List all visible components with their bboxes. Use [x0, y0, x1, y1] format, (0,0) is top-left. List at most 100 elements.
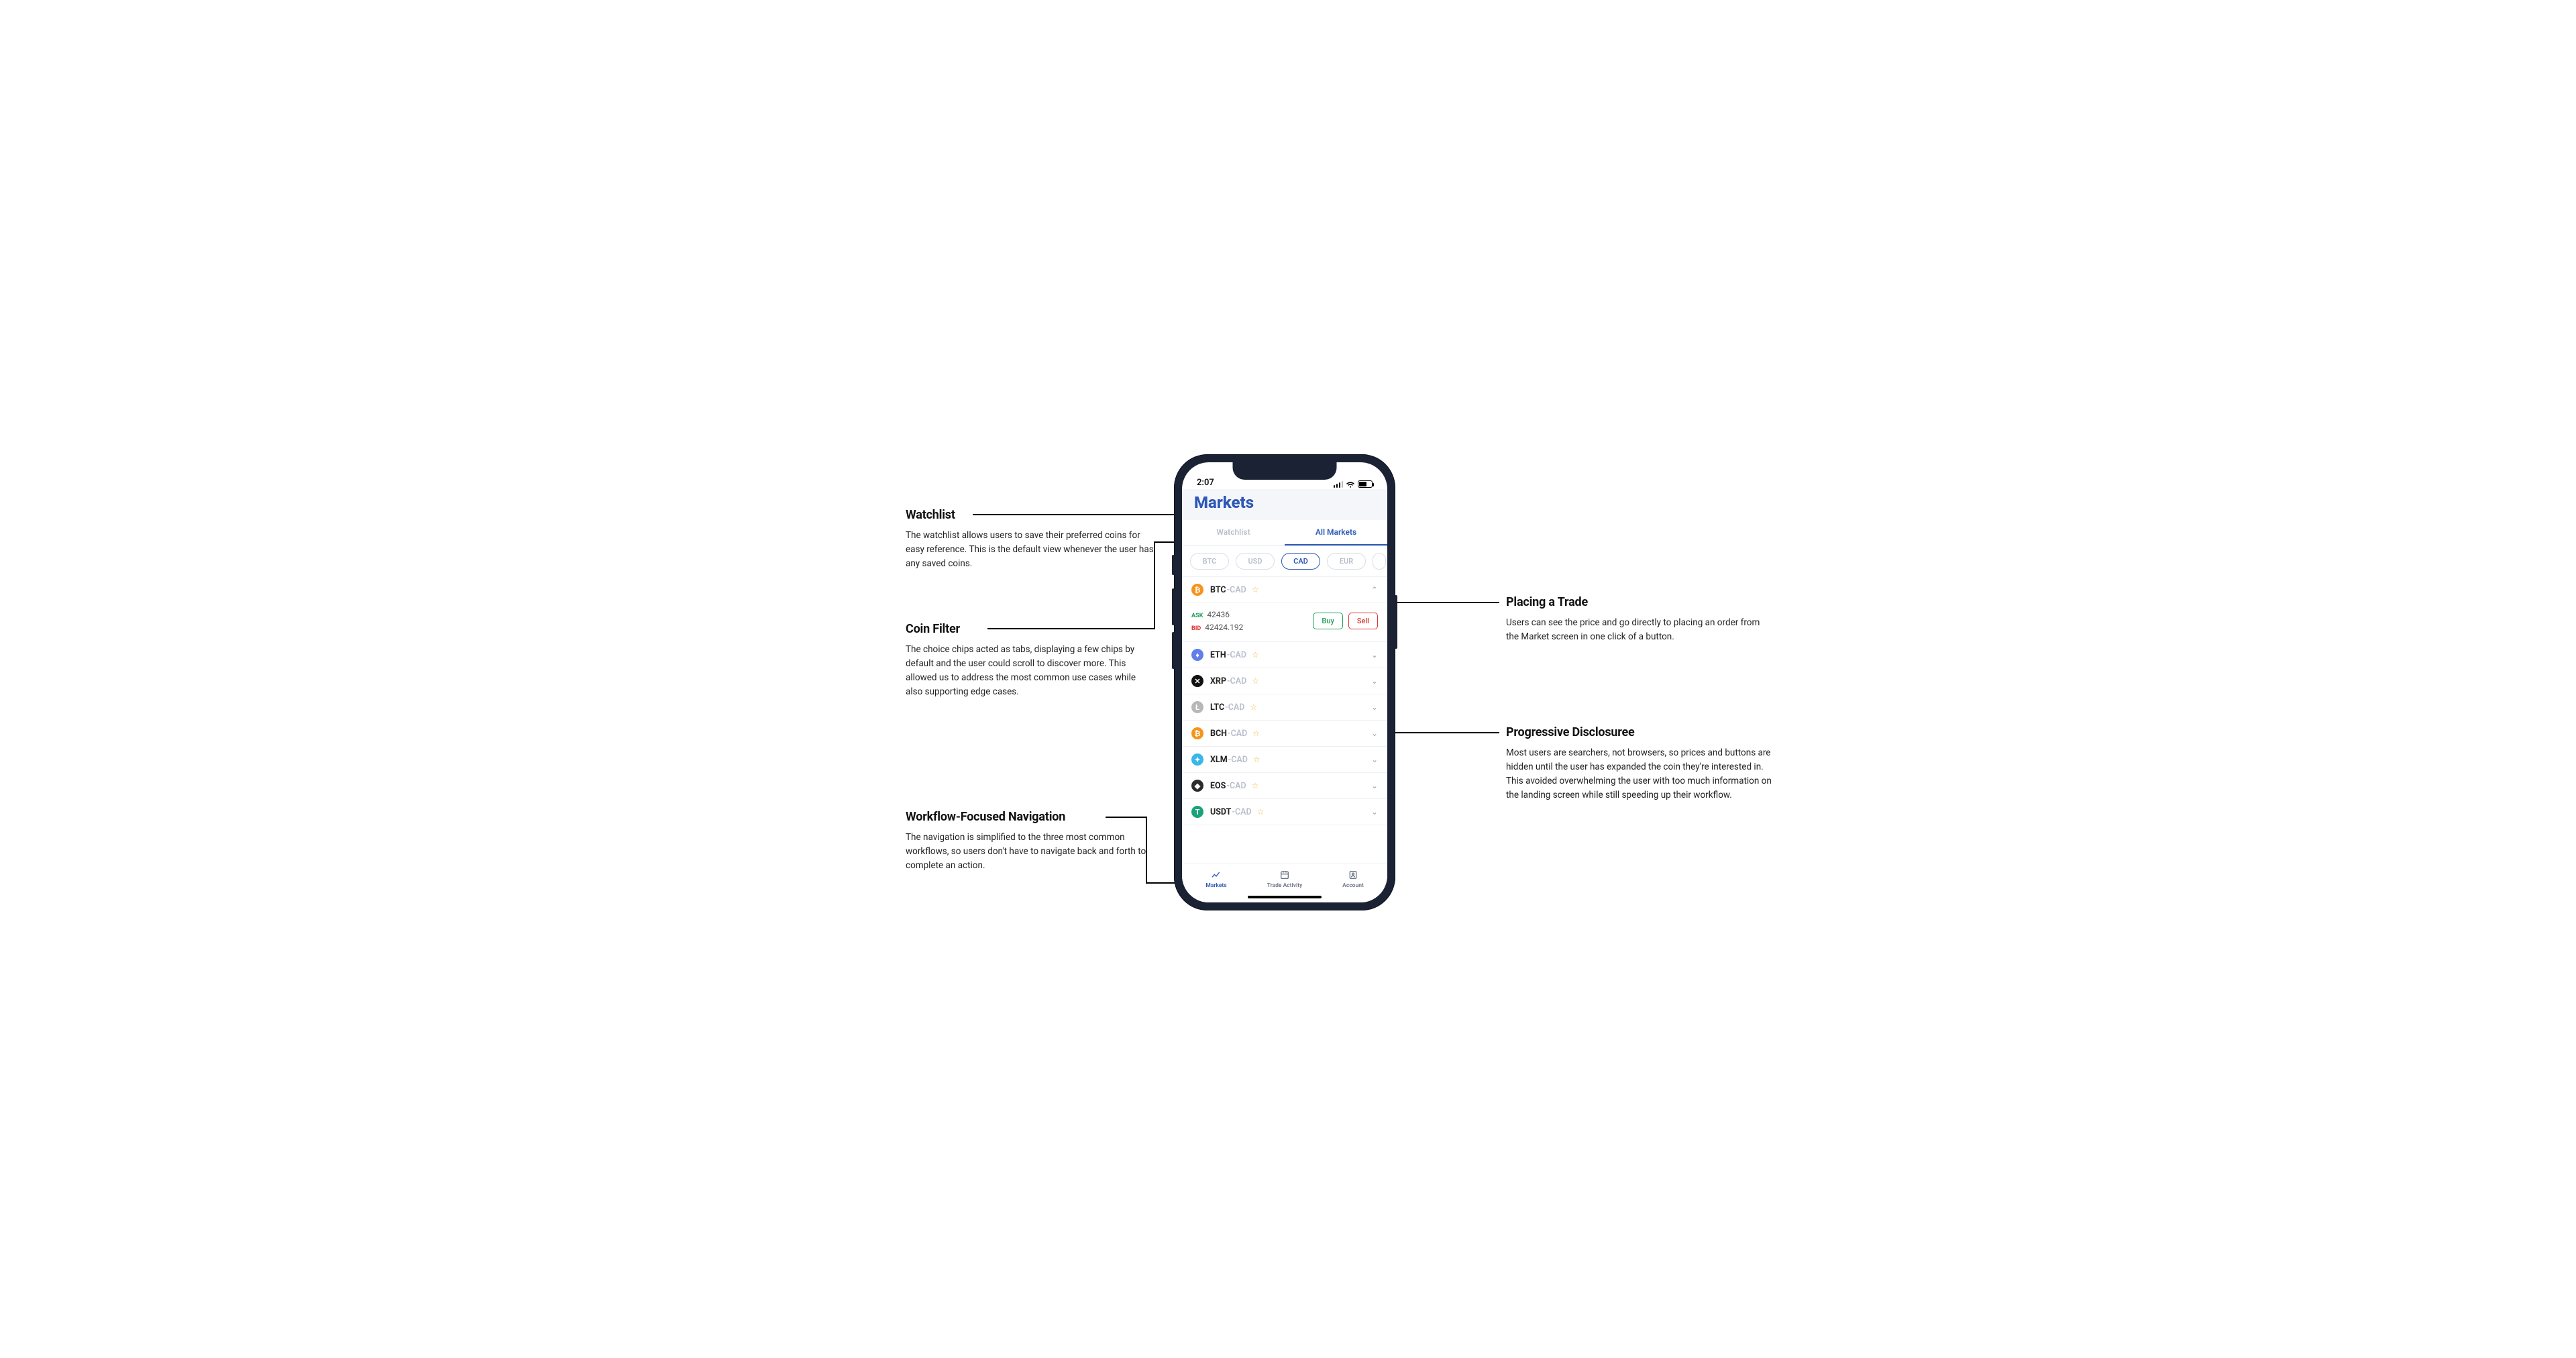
coin-pair-label: LTC-CAD — [1210, 702, 1244, 713]
market-row[interactable]: T USDT-CAD ☆ ⌄ — [1182, 799, 1387, 825]
chevron-up-icon: ⌃ — [1371, 585, 1378, 594]
annotation-watchlist: Watchlist The watchlist allows users to … — [906, 508, 1154, 571]
coin-icon: ₿ — [1191, 727, 1203, 739]
annotation-body: Users can see the price and go directly … — [1506, 616, 1774, 644]
annotation-coin-filter: Coin Filter The choice chips acted as ta… — [906, 622, 1154, 699]
tab-all-markets[interactable]: All Markets — [1285, 520, 1387, 545]
signal-icon — [1334, 481, 1344, 488]
home-indicator — [1248, 896, 1322, 898]
chevron-down-icon: ⌄ — [1371, 807, 1378, 817]
nav-account[interactable]: Account — [1319, 864, 1387, 894]
calendar-icon — [1279, 870, 1290, 880]
ask-label: ASK — [1191, 613, 1203, 619]
market-row[interactable]: ✦ XLM-CAD ☆ ⌄ — [1182, 747, 1387, 773]
chevron-down-icon: ⌄ — [1371, 781, 1378, 790]
nav-label: Trade Activity — [1267, 882, 1303, 889]
battery-icon — [1358, 480, 1373, 488]
coin-pair-label: BCH-CAD — [1210, 729, 1247, 739]
chevron-down-icon: ⌄ — [1371, 650, 1378, 660]
filter-chip-btc[interactable]: BTC — [1190, 553, 1229, 570]
ask-value: 42436 — [1207, 610, 1230, 619]
market-row-expanded: ASK 42436 BID 42424.192 Buy Sell — [1182, 603, 1387, 642]
filter-chip-eur[interactable]: EUR — [1327, 553, 1366, 570]
star-icon[interactable]: ☆ — [1250, 702, 1257, 712]
annotation-progressive-disclosure: Progressive Disclosuree Most users are s… — [1506, 725, 1774, 802]
market-row[interactable]: ₿ BTC-CAD ☆ ⌃ — [1182, 577, 1387, 603]
coin-pair-label: XRP-CAD — [1210, 676, 1246, 686]
quote-block: ASK 42436 BID 42424.192 — [1191, 609, 1243, 633]
annotation-body: The choice chips acted as tabs, displayi… — [906, 643, 1154, 699]
filter-chip-cad[interactable]: CAD — [1281, 553, 1320, 570]
phone-side-button — [1172, 555, 1175, 575]
phone-frame: 2:07 Markets Watchlist All Markets BTC U — [1174, 454, 1395, 910]
star-icon[interactable]: ☆ — [1253, 755, 1260, 764]
filter-chip-usd[interactable]: USD — [1236, 553, 1275, 570]
coin-icon: ₿ — [1191, 584, 1203, 596]
coin-icon: T — [1191, 806, 1203, 818]
chevron-down-icon: ⌄ — [1371, 676, 1378, 686]
annotation-placing-trade: Placing a Trade Users can see the price … — [1506, 595, 1774, 644]
account-icon — [1348, 870, 1358, 880]
coin-icon: ◆ — [1191, 780, 1203, 792]
nav-markets[interactable]: Markets — [1182, 864, 1250, 894]
filter-chip-row[interactable]: BTC USD CAD EUR — [1182, 546, 1387, 577]
phone-screen: 2:07 Markets Watchlist All Markets BTC U — [1182, 462, 1387, 902]
annotation-body: The watchlist allows users to save their… — [906, 529, 1154, 571]
phone-side-button — [1395, 595, 1397, 649]
top-tabs: Watchlist All Markets — [1182, 520, 1387, 546]
star-icon[interactable]: ☆ — [1252, 585, 1259, 594]
filter-chip-more[interactable] — [1373, 553, 1386, 570]
leader-line — [1106, 817, 1146, 818]
app-header: Markets — [1182, 489, 1387, 520]
market-rows: ₿ BTC-CAD ☆ ⌃ ASK 42436 BID 42424.192 Buy Sell ♦ ET… — [1182, 577, 1387, 825]
status-time: 2:07 — [1197, 478, 1214, 488]
chevron-down-icon: ⌄ — [1371, 702, 1378, 712]
coin-pair-label: XLM-CAD — [1210, 755, 1248, 765]
sell-button[interactable]: Sell — [1348, 613, 1378, 629]
market-row[interactable]: ₿ BCH-CAD ☆ ⌄ — [1182, 721, 1387, 747]
market-row[interactable]: ✕XRP-CAD☆⌄ — [1182, 668, 1387, 694]
phone-side-button — [1172, 588, 1175, 625]
coin-icon: ✦ — [1191, 753, 1203, 766]
annotation-workflow-nav: Workflow-Focused Navigation The navigati… — [906, 810, 1154, 873]
chart-line-icon — [1211, 870, 1222, 880]
leader-line — [987, 628, 1154, 629]
market-row[interactable]: Ł LTC-CAD ☆ ⌄ — [1182, 694, 1387, 721]
annotation-body: The navigation is simplified to the thre… — [906, 831, 1154, 873]
chevron-down-icon: ⌄ — [1371, 755, 1378, 764]
nav-label: Markets — [1205, 882, 1226, 889]
annotation-title: Coin Filter — [906, 622, 1154, 636]
coin-icon: Ł — [1191, 701, 1203, 713]
annotation-title: Placing a Trade — [1506, 595, 1774, 609]
phone-side-button — [1172, 632, 1175, 669]
leader-line — [1146, 817, 1147, 882]
buy-button[interactable]: Buy — [1313, 613, 1342, 629]
coin-icon: ♦ — [1191, 649, 1203, 661]
nav-label: Account — [1342, 882, 1364, 889]
tab-watchlist[interactable]: Watchlist — [1182, 520, 1285, 545]
coin-pair-label: EOS-CAD — [1210, 781, 1246, 791]
star-icon[interactable]: ☆ — [1252, 650, 1259, 660]
annotation-title: Progressive Disclosuree — [1506, 725, 1774, 739]
phone-notch — [1233, 462, 1337, 480]
coin-pair-label: ETH-CAD — [1210, 650, 1246, 660]
leader-line — [973, 514, 1187, 515]
star-icon[interactable]: ☆ — [1252, 781, 1259, 790]
chevron-down-icon: ⌄ — [1371, 729, 1378, 738]
wifi-icon — [1346, 481, 1355, 488]
star-icon[interactable]: ☆ — [1252, 676, 1259, 686]
nav-trade-activity[interactable]: Trade Activity — [1250, 864, 1319, 894]
annotation-title: Watchlist — [906, 508, 1154, 522]
bid-label: BID — [1191, 625, 1201, 632]
bid-value: 42424.192 — [1205, 623, 1243, 632]
page-title: Markets — [1194, 493, 1375, 512]
market-row[interactable]: ♦ ETH-CAD ☆ ⌄ — [1182, 642, 1387, 668]
annotation-body: Most users are searchers, not browsers, … — [1506, 746, 1774, 802]
status-indicators — [1334, 480, 1373, 488]
leader-line — [1154, 541, 1155, 629]
star-icon[interactable]: ☆ — [1252, 729, 1260, 738]
star-icon[interactable]: ☆ — [1257, 807, 1265, 817]
coin-pair-label: BTC-CAD — [1210, 585, 1246, 595]
market-row[interactable]: ◆ EOS-CAD ☆ ⌄ — [1182, 773, 1387, 799]
coin-pair-label: USDT-CAD — [1210, 807, 1252, 817]
